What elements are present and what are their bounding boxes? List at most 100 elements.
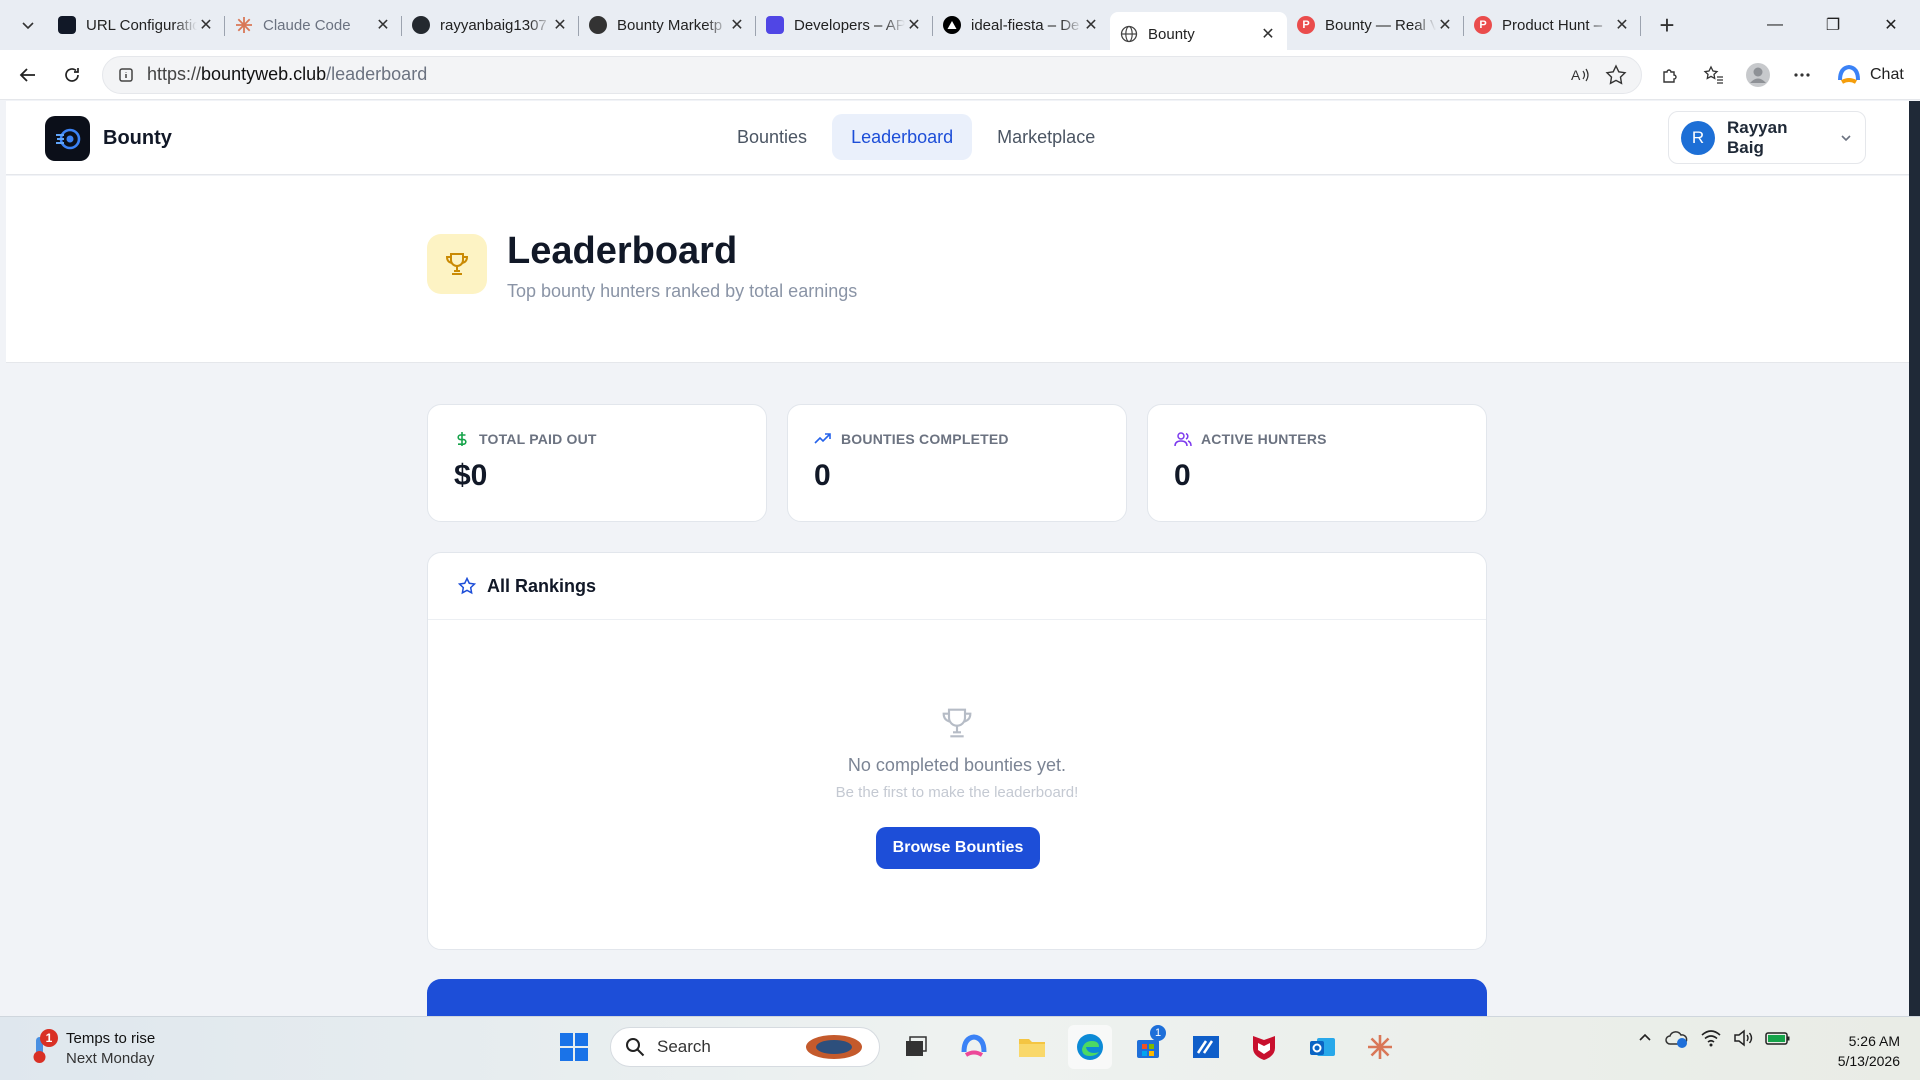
- file-explorer-app[interactable]: [1010, 1025, 1054, 1069]
- producthunt-icon: P: [1474, 16, 1492, 34]
- onedrive-icon[interactable]: [1664, 1027, 1690, 1049]
- url-field[interactable]: https://bountyweb.club/leaderboard A: [102, 55, 1642, 94]
- close-tab-icon[interactable]: ✕: [1082, 15, 1100, 35]
- tab-title: Claude Code: [263, 16, 351, 34]
- taskbar-search[interactable]: Search: [610, 1027, 880, 1067]
- folder-icon: [1019, 1039, 1045, 1057]
- globe-icon: [1120, 25, 1138, 43]
- profile-button[interactable]: [1740, 57, 1776, 93]
- rankings-card: All Rankings No completed bounties yet. …: [427, 552, 1487, 950]
- browser-tab[interactable]: URL Configuratio ✕: [48, 6, 225, 44]
- search-label: Search: [657, 1037, 711, 1056]
- close-tab-icon[interactable]: ✕: [1613, 15, 1631, 35]
- battery-icon[interactable]: [1764, 1028, 1792, 1048]
- close-tab-icon[interactable]: ✕: [728, 15, 746, 35]
- brand-link[interactable]: Bounty: [45, 116, 172, 161]
- favorites-button[interactable]: [1696, 57, 1732, 93]
- users-icon: [1174, 432, 1192, 447]
- arrow-left-icon: [19, 67, 35, 82]
- user-menu-button[interactable]: R Rayyan Baig: [1668, 111, 1866, 164]
- close-window-icon[interactable]: ✕: [1862, 0, 1920, 50]
- copilot-icon: [1838, 64, 1860, 84]
- browse-bounties-button[interactable]: Browse Bounties: [876, 827, 1040, 869]
- dollar-icon: [457, 432, 467, 446]
- remote-desktop-icon: [1193, 1036, 1219, 1058]
- stat-value: $0: [454, 459, 488, 492]
- weather-widget[interactable]: 1 Temps to rise Next Monday: [24, 1029, 155, 1069]
- page-info-icon[interactable]: [117, 66, 135, 84]
- weather-title: Temps to rise: [66, 1030, 156, 1047]
- read-aloud-icon[interactable]: A: [1569, 64, 1591, 86]
- outlook-icon: [1310, 1038, 1335, 1056]
- weather-badge: 1: [40, 1029, 58, 1047]
- windows-taskbar: 1 Temps to rise Next Monday Search 1 5:2…: [0, 1016, 1920, 1080]
- copilot-app[interactable]: [952, 1025, 996, 1069]
- rankings-title: All Rankings: [487, 575, 597, 596]
- thermometer-icon: 1: [24, 1029, 58, 1065]
- store-app[interactable]: 1: [1126, 1025, 1170, 1069]
- stat-value: 0: [1174, 459, 1191, 492]
- page-scrollbar[interactable]: [1909, 101, 1920, 1016]
- restore-icon[interactable]: ❐: [1804, 0, 1862, 50]
- tab-search-button[interactable]: [8, 6, 48, 44]
- site-header: Bounty Bounties Leaderboard Marketplace …: [6, 101, 1909, 175]
- search-highlight-icon: [806, 1035, 862, 1059]
- claude-icon: [1368, 1035, 1392, 1059]
- browser-tab[interactable]: rayyanbaig1307 ✕: [402, 6, 579, 44]
- stat-card-total-paid: TOTAL PAID OUT $0: [427, 404, 767, 522]
- taskbar-apps: Search 1: [552, 1025, 1402, 1069]
- chevron-up-icon[interactable]: [1636, 1029, 1654, 1047]
- minimize-icon[interactable]: —: [1746, 0, 1804, 50]
- start-button[interactable]: [552, 1025, 596, 1069]
- close-tab-icon[interactable]: ✕: [374, 15, 392, 35]
- stat-label: BOUNTIES COMPLETED: [841, 431, 1009, 447]
- close-tab-icon[interactable]: ✕: [551, 15, 569, 35]
- claude-icon: [235, 16, 253, 34]
- back-button[interactable]: [6, 55, 50, 95]
- page-title: Leaderboard: [507, 230, 738, 272]
- window-controls: — ❐ ✕: [1746, 0, 1920, 50]
- trophy-outline-icon: [942, 708, 972, 738]
- clock[interactable]: 5:26 AM 5/13/2026: [1820, 1031, 1900, 1071]
- more-horizontal-icon: [1794, 72, 1810, 77]
- browser-tab[interactable]: P Bounty — Real V ✕: [1287, 6, 1464, 44]
- tab-title: rayyanbaig1307: [440, 16, 547, 34]
- browser-tab[interactable]: Claude Code ✕: [225, 6, 402, 44]
- page-hero: Leaderboard Top bounty hunters ranked by…: [6, 176, 1909, 363]
- favorite-star-icon[interactable]: [1605, 63, 1627, 86]
- volume-icon[interactable]: [1732, 1028, 1754, 1048]
- close-tab-icon[interactable]: ✕: [197, 15, 215, 35]
- more-options-button[interactable]: [1784, 57, 1820, 93]
- close-tab-icon[interactable]: ✕: [1436, 15, 1454, 35]
- task-view-icon: [906, 1036, 927, 1056]
- nav-marketplace[interactable]: Marketplace: [978, 114, 1114, 160]
- chevron-down-icon: [22, 22, 34, 30]
- cta-banner: [427, 979, 1487, 1016]
- browser-tab[interactable]: Developers – AP ✕: [756, 6, 933, 44]
- extensions-button[interactable]: [1652, 57, 1688, 93]
- nav-leaderboard[interactable]: Leaderboard: [832, 114, 973, 160]
- edge-app[interactable]: [1068, 1025, 1112, 1069]
- new-tab-button[interactable]: +: [1647, 6, 1687, 44]
- browser-tab[interactable]: Bounty Marketp ✕: [579, 6, 756, 44]
- outlook-app[interactable]: [1300, 1025, 1344, 1069]
- edge-icon: [1077, 1034, 1103, 1060]
- copilot-chat-button[interactable]: Chat: [1836, 62, 1904, 88]
- user-name: Rayyan Baig: [1727, 117, 1788, 157]
- remote-app[interactable]: [1184, 1025, 1228, 1069]
- clock-time: 5:26 AM: [1848, 1033, 1900, 1049]
- producthunt-icon: P: [1297, 16, 1315, 34]
- mcafee-app[interactable]: [1242, 1025, 1286, 1069]
- close-tab-icon[interactable]: ✕: [905, 15, 923, 35]
- claude-app[interactable]: [1358, 1025, 1402, 1069]
- search-icon: [626, 1038, 645, 1057]
- close-tab-icon[interactable]: ✕: [1259, 24, 1277, 44]
- brand-name: Bounty: [103, 127, 172, 149]
- task-view-button[interactable]: [894, 1025, 938, 1069]
- reload-button[interactable]: [50, 55, 94, 95]
- wifi-icon[interactable]: [1700, 1028, 1722, 1048]
- url-path: /leaderboard: [326, 64, 428, 84]
- browser-tab[interactable]: P Product Hunt – ✕: [1464, 6, 1641, 44]
- browser-tab[interactable]: ideal-fiesta – De ✕: [933, 6, 1110, 44]
- nav-bounties[interactable]: Bounties: [718, 114, 826, 160]
